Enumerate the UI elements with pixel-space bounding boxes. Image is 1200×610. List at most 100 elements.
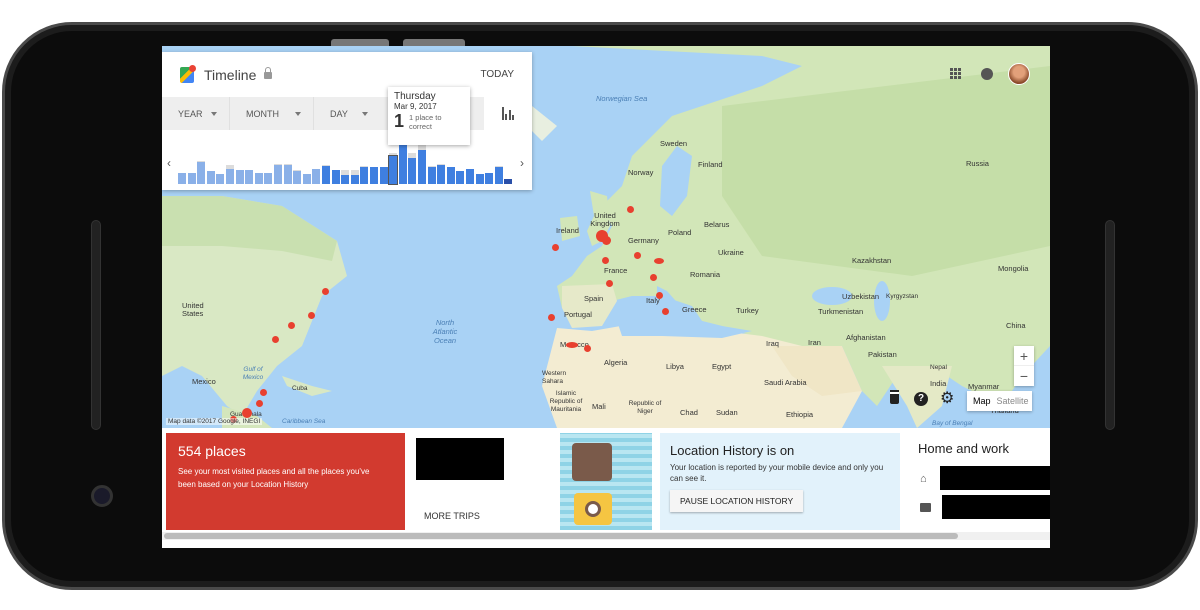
map-marker[interactable] xyxy=(322,288,329,295)
map-type-map[interactable]: Map xyxy=(973,396,991,406)
activity-bar[interactable] xyxy=(312,168,321,184)
label-mali: Mali xyxy=(592,402,606,411)
activity-bar[interactable] xyxy=(370,167,379,184)
activity-bar[interactable] xyxy=(274,163,283,184)
chevron-right-icon[interactable]: › xyxy=(520,156,524,170)
day-dropdown[interactable]: DAY xyxy=(314,97,380,130)
map-marker[interactable] xyxy=(654,258,664,264)
bar-fill xyxy=(187,172,196,184)
help-icon[interactable]: ? xyxy=(914,392,928,406)
map-marker[interactable] xyxy=(242,408,252,418)
map-marker[interactable] xyxy=(650,274,657,281)
activity-bar[interactable] xyxy=(494,166,503,184)
map-marker[interactable] xyxy=(584,345,591,352)
map-marker[interactable] xyxy=(606,280,613,287)
label-algeria: Algeria xyxy=(604,358,628,367)
activity-bar[interactable] xyxy=(206,171,215,184)
map-marker[interactable] xyxy=(288,322,295,329)
label-uzbekistan: Uzbekistan xyxy=(842,292,880,301)
map-marker[interactable] xyxy=(548,314,555,321)
chevron-left-icon[interactable]: ‹ xyxy=(167,156,171,170)
map-marker[interactable] xyxy=(602,257,609,264)
activity-bar[interactable] xyxy=(341,169,350,184)
timeline-panel: Timeline TODAY YEAR MONTH DAY ‹ › Thursd… xyxy=(162,52,532,190)
map-marker[interactable] xyxy=(260,389,267,396)
map-marker[interactable] xyxy=(552,244,559,251)
map-type-satellite[interactable]: Satellite xyxy=(997,396,1029,406)
activity-bar[interactable] xyxy=(398,143,407,184)
chart-toggle-icon[interactable] xyxy=(484,97,532,130)
tooltip-message[interactable]: 1 place to correct xyxy=(409,113,451,131)
activity-bar[interactable] xyxy=(437,163,446,184)
map-marker[interactable] xyxy=(662,308,669,315)
zoom-out-button[interactable]: − xyxy=(1014,366,1034,386)
activity-bar[interactable] xyxy=(283,163,292,184)
bar-fill xyxy=(245,169,254,184)
map-marker[interactable] xyxy=(272,336,279,343)
activity-bar[interactable] xyxy=(456,171,465,184)
map-marker[interactable] xyxy=(256,400,263,407)
bar-fill xyxy=(456,171,465,184)
activity-bar[interactable] xyxy=(418,144,427,184)
activity-bar[interactable] xyxy=(475,173,484,184)
trash-icon[interactable] xyxy=(890,392,899,404)
map-marker[interactable] xyxy=(602,236,611,245)
trips-card[interactable]: MORE TRIPS xyxy=(414,433,560,530)
map-marker[interactable] xyxy=(308,312,315,319)
activity-bar[interactable] xyxy=(264,172,273,184)
label-afghanistan: Afghanistan xyxy=(846,333,886,342)
activity-bar[interactable] xyxy=(504,178,513,184)
right-speaker xyxy=(1105,220,1115,430)
tooltip-date: Mar 9, 2017 xyxy=(394,102,437,111)
map-marker[interactable] xyxy=(566,342,578,348)
horizontal-scrollbar[interactable] xyxy=(162,532,1050,540)
activity-bar[interactable] xyxy=(331,169,340,184)
home-work-card[interactable]: Home and work ⌂ xyxy=(908,433,1050,530)
map[interactable]: Norwegian Sea Sweden Finland Norway Russ… xyxy=(162,46,1050,428)
today-button[interactable]: TODAY xyxy=(480,69,514,80)
scrollbar-thumb[interactable] xyxy=(164,533,958,539)
map-marker[interactable] xyxy=(627,206,634,213)
year-dropdown[interactable]: YEAR xyxy=(162,97,230,130)
activity-bar[interactable] xyxy=(226,164,235,184)
activity-bar[interactable] xyxy=(485,172,494,184)
activity-bar[interactable] xyxy=(293,169,302,184)
map-marker[interactable] xyxy=(656,292,663,299)
activity-bar[interactable] xyxy=(322,164,331,184)
label-pakistan: Pakistan xyxy=(868,350,897,359)
more-trips-link[interactable]: MORE TRIPS xyxy=(424,511,480,521)
pause-location-history-button[interactable]: PAUSE LOCATION HISTORY xyxy=(670,490,804,512)
bar-fill xyxy=(293,171,302,184)
activity-bar[interactable] xyxy=(427,166,436,184)
activity-bar[interactable] xyxy=(254,172,263,184)
activity-bar[interactable] xyxy=(197,161,206,184)
zoom-in-button[interactable]: + xyxy=(1014,346,1034,366)
activity-bar[interactable] xyxy=(388,153,399,186)
day-label: DAY xyxy=(330,108,348,119)
label-cuba: Cuba xyxy=(292,385,308,392)
activity-bar[interactable] xyxy=(446,167,455,184)
apps-grid-icon[interactable] xyxy=(950,68,961,79)
label-kazakhstan: Kazakhstan xyxy=(852,256,892,265)
label-north-atlantic: North Atlantic Ocean xyxy=(432,318,458,345)
bar-fill xyxy=(302,173,311,184)
activity-bar[interactable] xyxy=(408,153,417,184)
avatar[interactable] xyxy=(1008,63,1030,85)
notifications-bell-icon[interactable] xyxy=(981,68,993,80)
activity-bar[interactable] xyxy=(379,167,388,184)
activity-bar[interactable] xyxy=(187,172,196,184)
activity-bar[interactable] xyxy=(350,169,359,184)
activity-bar[interactable] xyxy=(245,169,254,184)
month-dropdown[interactable]: MONTH xyxy=(230,97,314,130)
settings-gear-icon[interactable]: ⚙ xyxy=(940,391,954,407)
label-chad: Chad xyxy=(680,408,698,417)
places-card[interactable]: 554 places See your most visited places … xyxy=(166,433,405,530)
activity-bar[interactable] xyxy=(302,173,311,184)
activity-bar[interactable] xyxy=(216,173,225,184)
activity-bar[interactable] xyxy=(178,172,187,184)
activity-bar[interactable] xyxy=(466,168,475,184)
label-finland: Finland xyxy=(698,160,723,169)
map-marker[interactable] xyxy=(634,252,641,259)
activity-bar[interactable] xyxy=(360,166,369,184)
activity-bar[interactable] xyxy=(235,169,244,184)
